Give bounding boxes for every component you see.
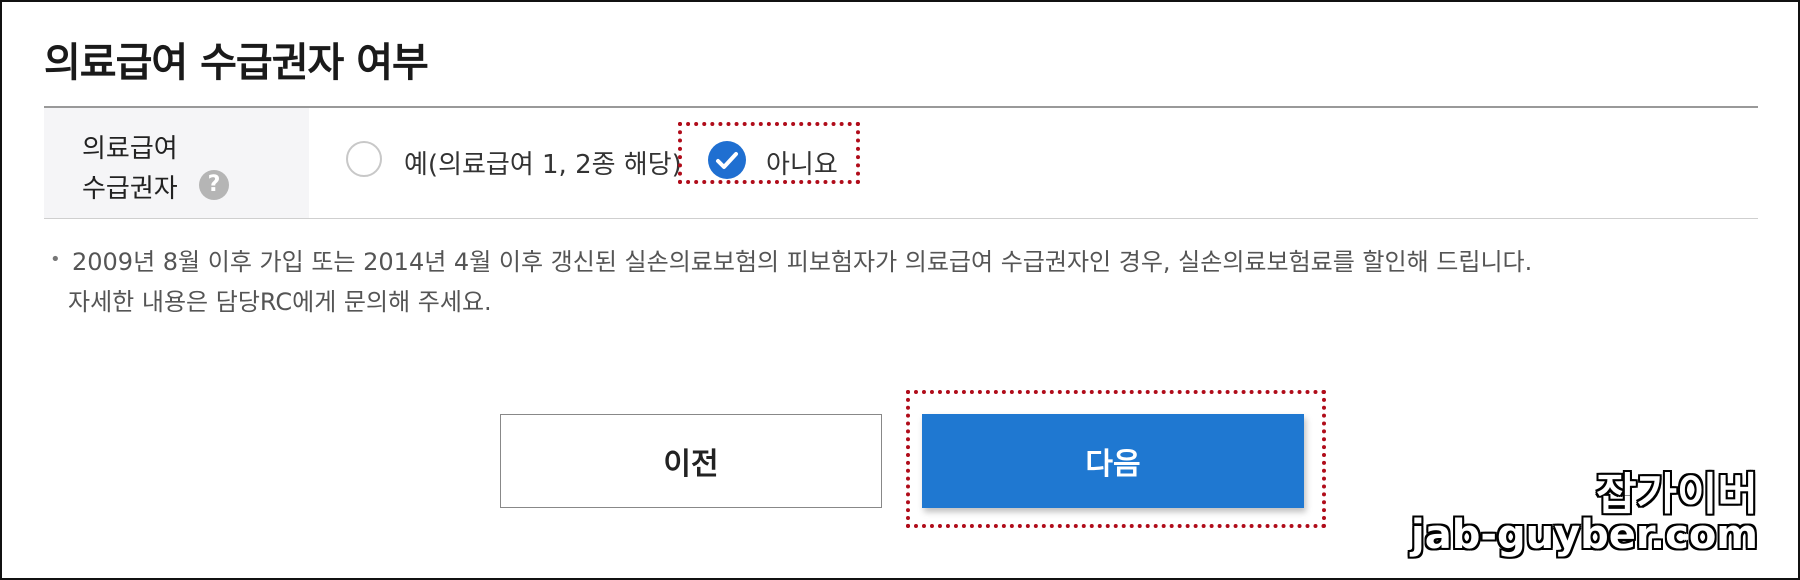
radio-yes[interactable]: [346, 141, 382, 177]
field-label-line1: 의료급여: [82, 134, 178, 164]
help-icon[interactable]: ?: [199, 170, 229, 200]
radio-yes-label[interactable]: 예(의료급여 1, 2종 해당): [404, 144, 682, 181]
medical-aid-form-row: 의료급여 수급권자 ? 예(의료급여 1, 2종 해당) 아니요: [44, 106, 1758, 219]
check-icon: [716, 152, 738, 169]
notice-line2: 자세한 내용은 담당RC에게 문의해 주세요.: [68, 288, 492, 316]
next-button[interactable]: 다음: [922, 414, 1304, 508]
notice-bullet: •: [50, 249, 61, 270]
previous-button[interactable]: 이전: [500, 414, 882, 508]
page-frame: 의료급여 수급권자 여부 의료급여 수급권자 ? 예(의료급여 1, 2종 해당…: [0, 0, 1800, 580]
radio-no-checked[interactable]: [708, 141, 746, 179]
field-label-line2: 수급권자: [82, 174, 178, 204]
page-title: 의료급여 수급권자 여부: [44, 40, 429, 86]
notice-line1: 2009년 8월 이후 가입 또는 2014년 4월 이후 갱신된 실손의료보험…: [72, 248, 1533, 276]
field-label-cell: 의료급여 수급권자 ?: [44, 108, 309, 218]
radio-no-label[interactable]: 아니요: [766, 144, 838, 181]
watermark-url: jab-guyber.com: [1411, 512, 1758, 558]
